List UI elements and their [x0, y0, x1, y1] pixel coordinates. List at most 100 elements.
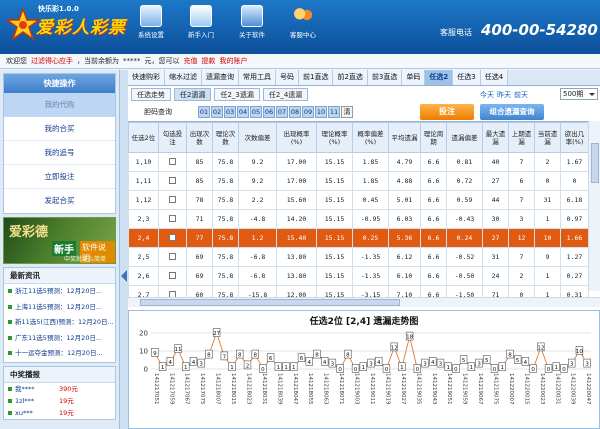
sidebar-item-my-group-buy[interactable]: 我的合买 [4, 117, 115, 141]
column-header[interactable]: 遗漏偏差 [446, 122, 483, 153]
sidebar-item-my-chase[interactable]: 我的追号 [4, 141, 115, 165]
my-account-link[interactable]: 我的账户 [220, 57, 248, 65]
column-header[interactable]: 概率偏差(%) [352, 122, 389, 153]
subtab-any2-missing[interactable]: 任2遗漏 [174, 88, 212, 101]
column-header[interactable]: 欲出几率(%) [560, 122, 589, 153]
bet-checkbox-cell[interactable] [158, 266, 187, 286]
table-row[interactable]: 1,10 85 75.8 9.2 17.00 15.15 1.85 4.79 6.6 0.81 40… [128, 152, 589, 172]
yesterday-link[interactable]: 昨天 [497, 91, 511, 99]
number-button-08[interactable]: 08 [289, 106, 301, 118]
number-button-11[interactable]: 11 [328, 106, 340, 118]
news-item[interactable]: 十一运夺金预测：12月20日... [4, 346, 115, 362]
tab-front2[interactable]: 前2直选 [333, 70, 368, 85]
bet-checkbox[interactable] [169, 176, 176, 184]
tab-any4[interactable]: 任选4 [480, 70, 509, 85]
table-row[interactable]: 2,4 77 75.8 1.2 15.40 15.15 0.25 5.36 6.6 0.24 27 1… [128, 228, 589, 248]
bet-checkbox[interactable] [169, 214, 176, 222]
withdraw-link[interactable]: 提款 [202, 57, 216, 65]
today-link[interactable]: 今天 [480, 91, 494, 99]
bet-checkbox[interactable] [169, 233, 176, 241]
number-button-07[interactable]: 07 [276, 106, 288, 118]
scroll-thumb[interactable] [140, 299, 400, 306]
bet-checkbox-cell[interactable] [158, 285, 187, 297]
clear-button[interactable]: 清 [341, 106, 353, 118]
table-row[interactable]: 2,7 60 75.8 -15.8 12.00 15.15 -3.15 7.10 6.6 -1.5… [128, 285, 589, 297]
news-item[interactable]: 浙江11选5预测：12月20日... [4, 284, 115, 300]
tab-quick-buy[interactable]: 快速购彩 [128, 70, 165, 85]
number-button-02[interactable]: 02 [211, 106, 223, 118]
table-row[interactable]: 2,3 71 75.8 -4.8 14.20 15.15 -0.95 6.03 6.6 -0.43… [128, 209, 589, 229]
table-row[interactable]: 1,12 78 75.8 2.2 15.60 15.15 0.45 5.01 6.6 0.59 44… [128, 190, 589, 210]
data-label: 0 [531, 367, 535, 373]
number-button-05[interactable]: 05 [250, 106, 262, 118]
column-header[interactable]: 出现概率(%) [276, 122, 317, 153]
tab-front3[interactable]: 前3直选 [367, 70, 403, 85]
recharge-link[interactable]: 充值 [184, 57, 198, 65]
column-header[interactable]: 上期遗漏 [508, 122, 535, 153]
table-cell: -3.15 [352, 285, 389, 297]
news-item[interactable]: 新11选5(江西)预测：12月20日... [4, 315, 115, 331]
software-guide-banner[interactable]: 爱彩德 新手 软件说明 中奖就这么简单 [3, 217, 116, 264]
tab-any3[interactable]: 任选3 [453, 70, 481, 85]
tab-any2[interactable]: 任选2 [425, 70, 454, 85]
tab-missing-query[interactable]: 遗漏查询 [202, 70, 239, 85]
column-header[interactable]: 次数偏差 [238, 122, 277, 153]
day-before-link[interactable]: 前天 [514, 91, 528, 99]
subtab-any2-4-missing[interactable]: 任2_4遗漏 [262, 88, 309, 101]
bet-checkbox[interactable] [169, 157, 176, 165]
bet-checkbox[interactable] [169, 271, 176, 279]
horizontal-scrollbar[interactable] [128, 297, 600, 307]
toolbar-beginner-button[interactable]: 新手入门 [181, 2, 221, 50]
table-row[interactable]: 2,5 69 75.8 -6.8 13.80 15.15 -1.35 6.12 6.6 -0.52… [128, 247, 589, 267]
number-button-01[interactable]: 01 [198, 106, 210, 118]
number-button-06[interactable]: 06 [263, 106, 275, 118]
tab-numbers[interactable]: 号码 [276, 70, 299, 85]
tab-tools[interactable]: 常用工具 [239, 70, 276, 85]
vertical-scrollbar[interactable] [588, 121, 600, 291]
column-header[interactable]: 平均遗漏 [388, 122, 421, 153]
toolbar-about-button[interactable]: 关于软件 [232, 2, 272, 50]
column-header[interactable]: 理论次数 [212, 122, 239, 153]
table-cell: 15.15 [316, 247, 353, 267]
toolbar-label: 系统设置 [138, 31, 164, 39]
bet-checkbox-cell[interactable] [158, 209, 187, 229]
number-button-10[interactable]: 10 [315, 106, 327, 118]
scroll-thumb[interactable] [591, 143, 599, 183]
bet-checkbox-cell[interactable] [158, 171, 187, 191]
collapse-arrow-icon[interactable] [121, 270, 127, 282]
number-button-09[interactable]: 09 [302, 106, 314, 118]
bet-checkbox-cell[interactable] [158, 152, 187, 172]
column-header[interactable]: 理论周期 [420, 122, 447, 153]
tab-front1[interactable]: 前1直选 [299, 70, 334, 85]
toolbar-system-settings-button[interactable]: 系统设置 [131, 2, 171, 50]
column-header[interactable]: 当前遗漏 [534, 122, 561, 153]
sidebar-item-start-group-buy[interactable]: 发起合买 [4, 189, 115, 213]
number-button-04[interactable]: 04 [237, 106, 249, 118]
column-header[interactable]: 最大遗漏 [482, 122, 509, 153]
bet-checkbox-cell[interactable] [158, 190, 187, 210]
sidebar-item-my-purchases[interactable]: 我的代购 [4, 93, 115, 117]
bet-checkbox-cell[interactable] [158, 247, 187, 267]
column-header[interactable]: 出现次数 [186, 122, 213, 153]
bet-checkbox-cell[interactable] [158, 228, 187, 248]
period-select[interactable]: 500期 [560, 88, 598, 100]
news-item[interactable]: 广东11选5预测：12月20日... [4, 331, 115, 347]
tab-single[interactable]: 单码 [402, 70, 426, 85]
subtab-trend[interactable]: 任选走势 [131, 88, 171, 101]
news-item[interactable]: 上海11选5预测：12月20日... [4, 300, 115, 316]
toolbar-service-button[interactable]: 客服中心 [283, 2, 323, 50]
bet-checkbox[interactable] [169, 252, 176, 260]
number-button-03[interactable]: 03 [224, 106, 236, 118]
table-row[interactable]: 2,6 69 75.8 -6.8 13.80 15.15 -1.35 6.10 6.6 -0.50… [128, 266, 589, 286]
sidebar-splitter[interactable] [120, 70, 128, 429]
tab-shrink-filter[interactable]: 缩水过滤 [165, 70, 202, 85]
bet-checkbox[interactable] [169, 195, 176, 203]
subtab-any2-3-missing[interactable]: 任2_3遗漏 [214, 88, 260, 101]
combo-missing-query-button[interactable]: 组合遗漏查询 [480, 104, 544, 120]
column-header[interactable]: 任选2位 [128, 122, 159, 153]
column-header[interactable]: 理论概率(%) [316, 122, 353, 153]
bet-button[interactable]: 投注 [420, 104, 474, 120]
sidebar-item-bet-now[interactable]: 立即投注 [4, 165, 115, 189]
table-row[interactable]: 1,11 85 75.8 9.2 17.00 15.15 1.85 4.88 6.6 0.72 27… [128, 171, 589, 191]
column-header[interactable]: 勾选投注 [158, 122, 187, 153]
